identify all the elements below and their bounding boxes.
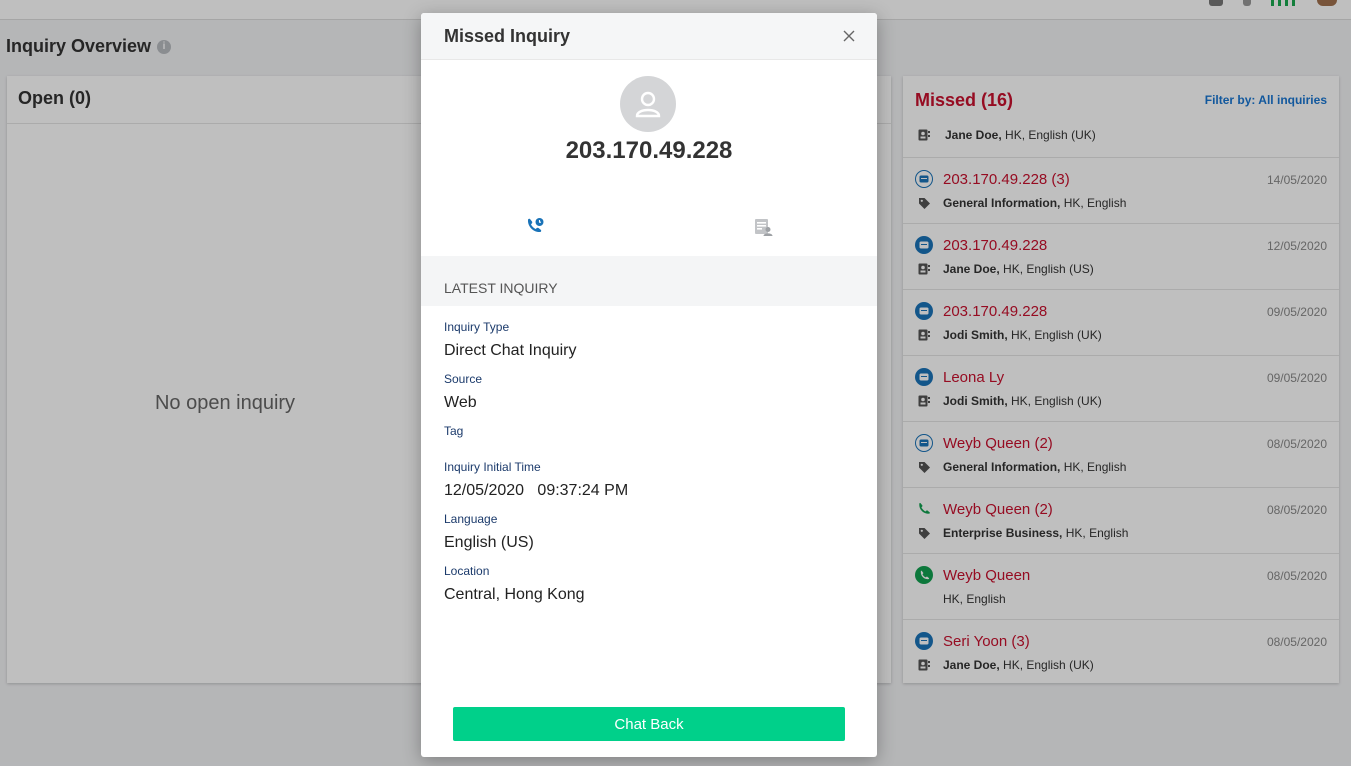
tab-contact-details[interactable]	[649, 209, 877, 245]
contact-list-icon	[755, 219, 773, 236]
field-value: Direct Chat Inquiry	[444, 342, 577, 359]
field-value: 12/05/2020 09:37:24 PM	[444, 482, 629, 499]
field-initial-time: Inquiry Initial Time 12/05/2020 09:37:24…	[444, 460, 854, 502]
field-value	[444, 440, 854, 450]
modal-title: Missed Inquiry	[444, 25, 571, 46]
field-label: Inquiry Initial Time	[444, 460, 541, 474]
modal-header: Missed Inquiry	[421, 13, 877, 60]
close-icon[interactable]	[841, 28, 857, 44]
field-language: Language English (US)	[444, 512, 854, 554]
inquiry-details: Inquiry Type Direct Chat Inquiry Source …	[444, 320, 854, 616]
chat-back-button[interactable]: Chat Back	[453, 707, 845, 741]
field-source: Source Web	[444, 372, 854, 414]
field-value: English (US)	[444, 534, 534, 551]
person-icon	[635, 91, 661, 118]
modal-tabs	[421, 209, 877, 245]
field-label: Inquiry Type	[444, 320, 510, 334]
field-label: Location	[444, 564, 490, 578]
field-value: Web	[444, 394, 477, 411]
field-value: Central, Hong Kong	[444, 586, 585, 603]
contact-name: 203.170.49.228	[565, 137, 733, 164]
tab-call-history[interactable]	[421, 209, 649, 245]
field-location: Location Central, Hong Kong	[444, 564, 854, 606]
section-heading: LATEST INQUIRY	[421, 256, 877, 306]
missed-inquiry-modal: Missed Inquiry 203.170.49.228 LATEST INQ…	[421, 13, 877, 757]
field-tag: Tag	[444, 424, 854, 450]
field-label: Source	[444, 372, 483, 386]
field-inquiry-type: Inquiry Type Direct Chat Inquiry	[444, 320, 854, 362]
phone-clock-icon	[527, 218, 544, 233]
field-label: Language	[444, 512, 498, 526]
field-label: Tag	[444, 424, 464, 438]
avatar	[620, 76, 676, 132]
